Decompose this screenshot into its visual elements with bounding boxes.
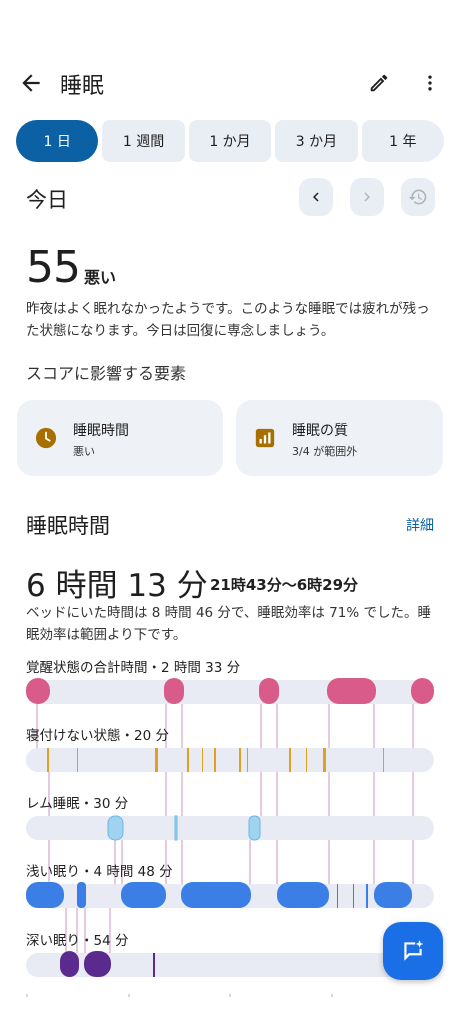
rem-track bbox=[26, 816, 434, 840]
restless-mark bbox=[77, 748, 78, 772]
light-segment bbox=[181, 882, 251, 908]
rem-segment bbox=[174, 815, 178, 841]
light-segment bbox=[353, 884, 354, 908]
restless-mark bbox=[306, 748, 307, 772]
axis-tick bbox=[331, 994, 333, 997]
axis-tick bbox=[26, 994, 28, 997]
restless-track bbox=[26, 748, 434, 772]
restless-mark bbox=[239, 748, 241, 772]
light-segment bbox=[26, 882, 64, 908]
light-segment bbox=[121, 882, 166, 908]
restless-mark bbox=[47, 748, 49, 772]
stage-label-restless: 寝付けない状態・20 分 bbox=[26, 728, 169, 744]
awake-segment bbox=[164, 678, 184, 704]
restless-mark bbox=[214, 748, 216, 772]
axis-tick bbox=[128, 994, 130, 997]
deep-segment bbox=[60, 951, 79, 977]
light-segment bbox=[277, 882, 329, 908]
deep-segment bbox=[84, 951, 111, 977]
rem-segment bbox=[107, 815, 124, 841]
restless-mark bbox=[187, 748, 189, 772]
restless-mark bbox=[202, 748, 203, 772]
stage-label-light: 浅い眠り・4 時間 48 分 bbox=[26, 864, 173, 880]
stage-label-rem: レム睡眠・30 分 bbox=[26, 796, 129, 812]
restless-mark bbox=[383, 748, 384, 772]
awake-segment bbox=[411, 678, 434, 704]
chat-sparkle-icon bbox=[404, 940, 424, 961]
light-segment bbox=[366, 884, 368, 908]
restless-mark bbox=[247, 748, 248, 772]
chat-fab-button[interactable] bbox=[383, 922, 443, 980]
light-segment bbox=[374, 882, 412, 908]
restless-mark bbox=[323, 748, 326, 772]
deep-segment bbox=[153, 953, 155, 977]
restless-mark bbox=[289, 748, 291, 772]
rem-segment bbox=[248, 815, 261, 841]
light-segment bbox=[337, 884, 338, 908]
awake-segment bbox=[327, 678, 376, 704]
light-segment bbox=[77, 882, 86, 908]
restless-mark bbox=[155, 748, 158, 772]
awake-segment bbox=[26, 678, 50, 704]
stage-label-awake: 覚醒状態の合計時間・2 時間 33 分 bbox=[26, 660, 241, 676]
stage-label-deep: 深い眠り・54 分 bbox=[26, 933, 129, 949]
axis-tick bbox=[229, 994, 231, 997]
awake-segment bbox=[259, 678, 279, 704]
